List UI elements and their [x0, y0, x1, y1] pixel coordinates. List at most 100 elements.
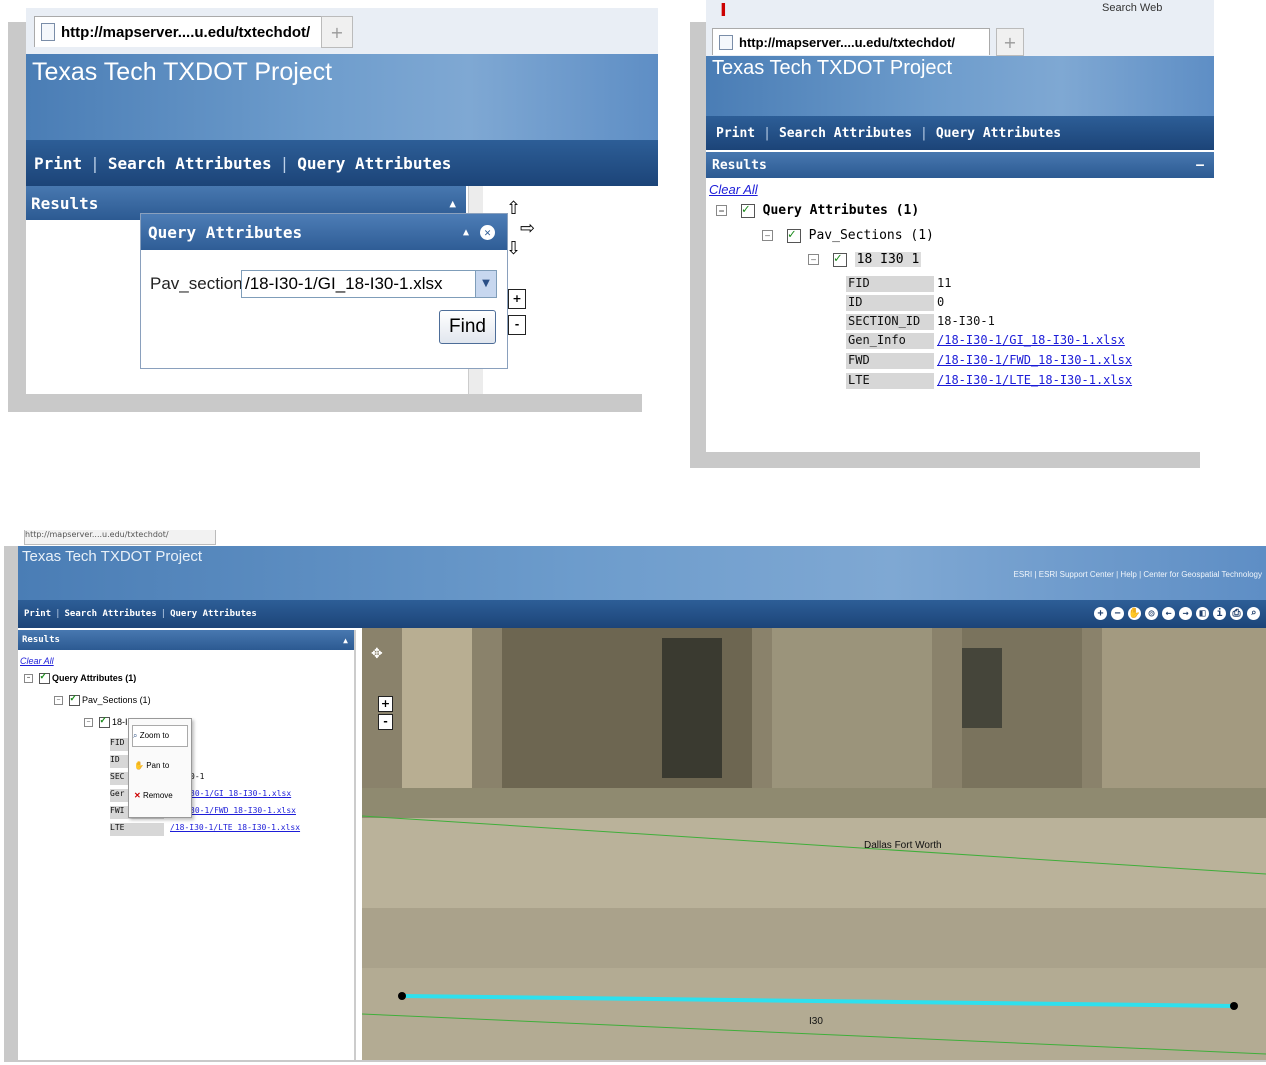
pan-hand-icon[interactable]: ✋: [1128, 607, 1141, 620]
tree-layer-label: Pav_Sections (1): [82, 695, 151, 705]
zoom-out-icon[interactable]: −: [1111, 607, 1124, 620]
pan-arrows-icon[interactable]: ✥: [371, 646, 383, 662]
pav-sections-select[interactable]: /18-I30-1/GI_18-I30-1.xlsx ▼: [241, 270, 497, 298]
header-link-support[interactable]: ESRI Support Center: [1039, 570, 1114, 579]
forward-arrow-icon[interactable]: →: [1179, 607, 1192, 620]
checkbox-feature[interactable]: [832, 251, 847, 267]
browser-tab[interactable]: http://mapserver....u.edu/txtechdot/: [34, 16, 341, 47]
select-value: /18-I30-1/GI_18-I30-1.xlsx: [245, 274, 443, 293]
query-dialog: Query Attributes ▲ ✕ Pav_sections /18-I3…: [140, 213, 508, 369]
tree-feature-label: 18 I30 1: [854, 252, 922, 267]
query-dialog-title: Query Attributes: [148, 222, 303, 242]
tree-layer-label: Pav_Sections (1): [808, 228, 934, 243]
tree-feature[interactable]: – 18-I: [84, 715, 128, 729]
checkbox-pav-sections[interactable]: [68, 693, 80, 707]
header-link-cgt[interactable]: Center for Geospatial Technology: [1143, 570, 1262, 579]
attr-link-fwd[interactable]: 30-1/FWD_18-I30-1.xlsx: [190, 806, 296, 815]
page-icon: [41, 23, 55, 41]
nav-search-attributes[interactable]: Search Attributes: [108, 154, 272, 173]
bookmark-icon[interactable]: I: [720, 0, 727, 21]
browser-tab[interactable]: http://mapserver....u.edu/txtechdot/: [24, 530, 216, 545]
tree-root: – Query Attributes (1): [716, 202, 919, 218]
map-label-city: Dallas Fort Worth: [864, 840, 942, 851]
pan-right-icon[interactable]: ⇨: [520, 218, 535, 239]
attr-link-gen-info[interactable]: /18-I30-1/GI_18-I30-1.xlsx: [937, 333, 1125, 347]
chevron-down-icon[interactable]: ▼: [475, 271, 496, 297]
expand-toggle-icon[interactable]: –: [716, 205, 727, 216]
zoom-out-button[interactable]: -: [508, 315, 526, 335]
collapse-icon[interactable]: ▲: [343, 636, 348, 645]
collapse-icon[interactable]: –: [1196, 158, 1204, 173]
attr-link-lte[interactable]: /18-I30-1/LTE_18-I30-1.xlsx: [170, 823, 300, 832]
browser-tab[interactable]: http://mapserver....u.edu/txtechdot/: [712, 28, 990, 55]
pan-control[interactable]: ✥: [368, 644, 398, 676]
checkbox-pav-sections[interactable]: [786, 227, 801, 243]
header-link-esri[interactable]: ESRI: [1014, 570, 1033, 579]
attr-key-gen-info: Gen_Info: [846, 333, 934, 349]
info-icon[interactable]: i: [1213, 607, 1226, 620]
new-tab-button[interactable]: +: [996, 28, 1024, 56]
context-menu: ⌕ Zoom to ✋ Pan to ✕ Remove: [128, 718, 192, 818]
aerial-imagery: [362, 628, 1266, 1060]
new-tab-button[interactable]: +: [321, 16, 353, 48]
map-view[interactable]: Dallas Fort Worth I30 ✥ + -: [362, 628, 1266, 1060]
menu-item-pan-to[interactable]: ✋ Pan to: [134, 761, 169, 770]
search-icon[interactable]: ⌕: [1247, 607, 1260, 620]
header-link-help[interactable]: Help: [1120, 570, 1136, 579]
pan-up-icon[interactable]: ⇧: [506, 198, 521, 219]
menu-item-zoom-to[interactable]: ⌕ Zoom to: [132, 725, 188, 747]
expand-toggle-icon[interactable]: –: [762, 230, 773, 241]
map-toolbar: + − ✋ ◎ ← → ◧ i ⎙ ⌕: [1090, 607, 1260, 620]
expand-toggle-icon[interactable]: –: [54, 696, 63, 706]
zoom-in-button[interactable]: +: [378, 696, 393, 712]
collapse-icon[interactable]: ▲: [463, 227, 469, 238]
clear-all-link[interactable]: Clear All: [20, 656, 54, 666]
nav-print[interactable]: Print: [716, 126, 755, 141]
expand-toggle-icon[interactable]: –: [24, 674, 33, 684]
measure-icon[interactable]: ◧: [1196, 607, 1209, 620]
nav-search-attributes[interactable]: Search Attributes: [65, 609, 157, 619]
app-banner: Texas Tech TXDOT Project: [706, 56, 1214, 116]
zoom-in-button[interactable]: +: [508, 289, 526, 309]
app-title: Texas Tech TXDOT Project: [712, 57, 953, 79]
checkbox-query-attributes[interactable]: [740, 202, 755, 218]
checkbox-query-attributes[interactable]: [38, 671, 50, 685]
attr-link-lte[interactable]: /18-I30-1/LTE_18-I30-1.xlsx: [937, 373, 1132, 387]
page-icon: [719, 34, 733, 50]
zoom-out-button[interactable]: -: [378, 714, 393, 730]
checkbox-feature[interactable]: [98, 715, 110, 729]
tree-layer: – Pav_Sections (1): [762, 227, 934, 243]
nav-query-attributes[interactable]: Query Attributes: [297, 154, 451, 173]
attr-link-gen-info[interactable]: 30-1/GI_18-I30-1.xlsx: [190, 789, 291, 798]
attr-key-id: ID: [846, 295, 934, 311]
back-arrow-icon[interactable]: ←: [1162, 607, 1175, 620]
collapse-icon[interactable]: ▲: [449, 197, 456, 210]
nav-print[interactable]: Print: [24, 609, 51, 619]
menu-item-remove[interactable]: ✕ Remove: [134, 791, 173, 800]
tree-feature[interactable]: – 18 I30 1: [808, 251, 922, 267]
nav-query-attributes[interactable]: Query Attributes: [936, 126, 1061, 141]
full-extent-icon[interactable]: ◎: [1145, 607, 1158, 620]
nav-toolbar: Print | Search Attributes | Query Attribut…: [706, 116, 1214, 150]
browser-tab-url: http://mapserver....u.edu/txtechdot/: [61, 23, 311, 41]
nav-query-attributes[interactable]: Query Attributes: [170, 609, 257, 619]
results-header: Results –: [706, 152, 1214, 178]
find-button[interactable]: Find: [439, 310, 496, 344]
map-label-road: I30: [809, 1016, 823, 1027]
pan-down-icon[interactable]: ⇩: [506, 238, 521, 259]
print-icon[interactable]: ⎙: [1230, 607, 1243, 620]
expand-toggle-icon[interactable]: –: [84, 718, 93, 728]
attr-link-fwd[interactable]: /18-I30-1/FWD_18-I30-1.xlsx: [937, 353, 1132, 367]
clear-all-link[interactable]: Clear All: [709, 182, 758, 197]
nav-search-attributes[interactable]: Search Attributes: [779, 126, 912, 141]
tree-root-label: Query Attributes (1): [52, 673, 137, 683]
search-input[interactable]: Search Web: [1102, 2, 1162, 14]
panel3-screenshot: http://mapserver....u.edu/txtechdot/ Tex…: [18, 530, 1266, 1060]
zoom-in-icon[interactable]: +: [1094, 607, 1107, 620]
tree-feature-label: 18-I: [112, 717, 128, 727]
expand-toggle-icon[interactable]: –: [808, 254, 819, 265]
results-title: Results: [712, 157, 767, 173]
nav-print[interactable]: Print: [34, 154, 82, 173]
attr-val-fid: 11: [937, 276, 952, 290]
close-icon[interactable]: ✕: [480, 224, 495, 240]
